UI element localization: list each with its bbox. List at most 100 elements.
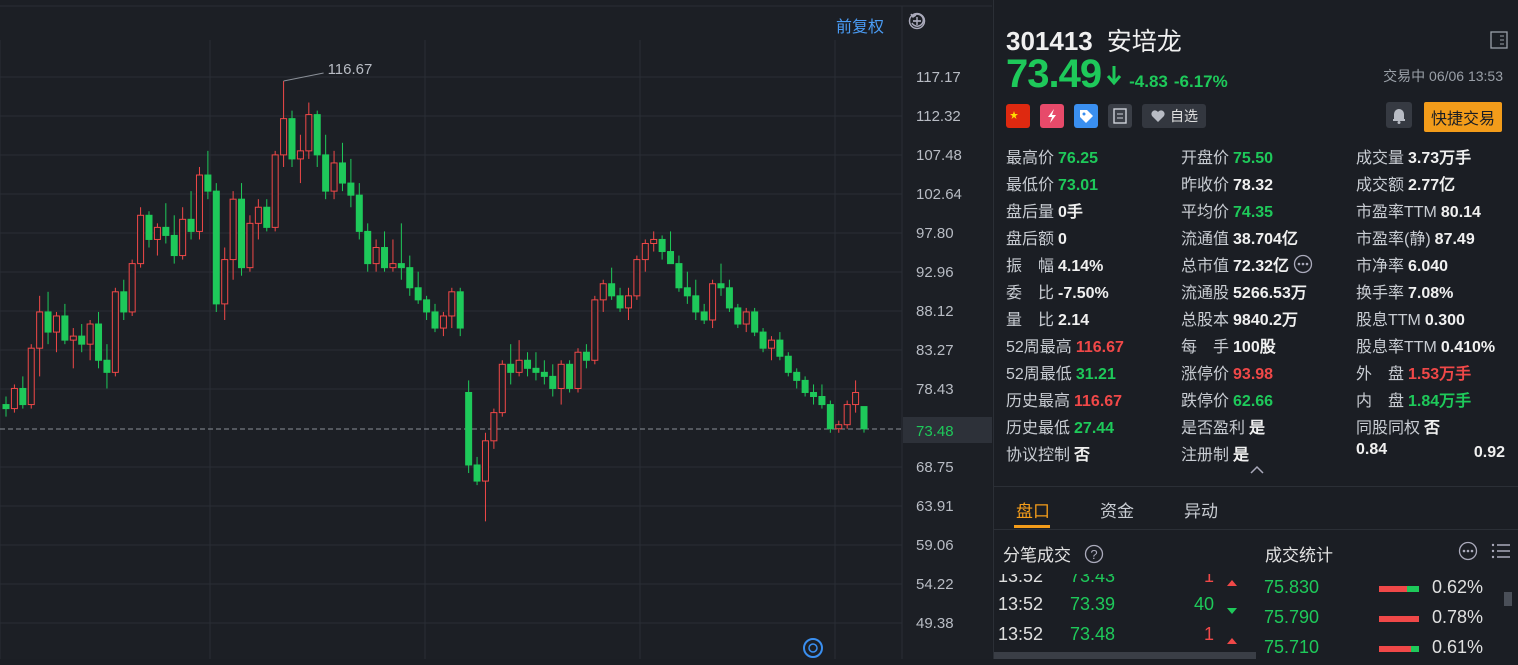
quick-trade-button[interactable]: 快捷交易 [1424, 102, 1503, 132]
volume-stat-price: 75.710 [1264, 637, 1320, 657]
volume-stat-pct: 0.62% [1432, 577, 1484, 597]
candle-down [675, 263, 683, 289]
candle-up [574, 351, 582, 389]
stat-cell: 内 盘 1.84万手 [1356, 387, 1471, 411]
stat-row: 量 比 2.14 总股本 9840.2万 股息TTM 0.300 [1006, 306, 1516, 333]
volume-bar-buy [1379, 586, 1407, 592]
candle-down [658, 238, 666, 253]
stat-label: 市盈率TTM [1356, 204, 1437, 221]
stat-label: 是否盈利 [1181, 420, 1246, 437]
list-view-icon[interactable] [1490, 541, 1512, 566]
stat-cell: 0.84 [1356, 441, 1387, 459]
y-tick-label: 59.06 [916, 537, 954, 554]
candle-down [263, 206, 271, 228]
more-icon[interactable] [1458, 541, 1478, 566]
stat-cell: 市盈率(静) 87.49 [1356, 225, 1475, 249]
zoom-out-icon[interactable] [908, 12, 954, 32]
stat-cell: 盘后额 0 [1006, 225, 1067, 249]
price-change-pct: -6.17% [1173, 72, 1228, 91]
stat-cell: 昨收价 78.32 [1181, 171, 1273, 195]
candle-down [700, 311, 708, 321]
alert-bell-icon[interactable] [1386, 102, 1412, 128]
volume-stat-row: 75.790 0.78% [1264, 607, 1514, 635]
add-watchlist-button[interactable]: 自选 [1142, 104, 1206, 128]
stat-cell: 跌停价 62.66 [1181, 387, 1273, 411]
stat-cell: 委 比 -7.50% [1006, 279, 1109, 303]
help-icon[interactable]: ? [1084, 544, 1104, 569]
candle-down [145, 214, 153, 240]
tab-pankou[interactable]: 盘口 [1016, 497, 1050, 522]
candle-down [465, 391, 473, 466]
candle-down [818, 396, 826, 406]
stat-value: 0.300 [1424, 312, 1465, 329]
candle-down [784, 355, 792, 373]
scrollbar-thumb[interactable] [1504, 592, 1512, 606]
stat-row: 盘后额 0 流通值 38.704亿 市盈率(静) 87.49 [1006, 225, 1516, 252]
candle-down [313, 114, 321, 156]
stat-value: 0手 [1058, 204, 1083, 221]
stat-label: 盘后额 [1006, 231, 1055, 248]
stat-cell: 每 手 100股 [1181, 333, 1276, 357]
heart-icon [1151, 110, 1165, 122]
stat-extra-value: 0.92 [1473, 444, 1505, 461]
chart-tools [908, 12, 980, 32]
y-tick-label: 63.91 [916, 498, 954, 515]
margin-trading-icon[interactable] [1040, 104, 1064, 128]
y-tick-label: 97.80 [916, 225, 954, 242]
tab-yidong[interactable]: 异动 [1184, 497, 1218, 522]
stat-value: 1.53万手 [1408, 366, 1472, 383]
candle-down [725, 287, 733, 309]
more-dots-icon[interactable] [1293, 254, 1313, 279]
stat-value: 否 [1424, 420, 1441, 437]
candle-down [238, 198, 246, 269]
volume-bar-sell [1411, 646, 1419, 652]
y-tick-label: 88.12 [916, 303, 954, 320]
stat-label: 股息率TTM [1356, 339, 1437, 356]
price-tag-icon[interactable] [1074, 104, 1098, 128]
candle-down [170, 234, 178, 257]
stat-value: 4.14% [1058, 258, 1104, 275]
candle-down [212, 190, 220, 305]
y-tick-label: 83.27 [916, 342, 954, 359]
candle-up [10, 387, 18, 410]
stat-cell: 涨停价 93.98 [1181, 360, 1273, 384]
stat-value: 116.67 [1074, 393, 1123, 410]
candle-down [338, 162, 346, 184]
candle-down [187, 218, 195, 232]
candle-up [330, 162, 338, 192]
stat-value: 1.84万手 [1408, 393, 1472, 410]
kline-chart[interactable]: 117.17 112.32 107.48 102.64 97.80 92.96 88.12 8… [0, 0, 992, 659]
candle-up [221, 259, 229, 305]
kline-svg[interactable]: 117.17 112.32 107.48 102.64 97.80 92.96 88.12 8… [0, 0, 992, 659]
candle-down [473, 464, 481, 482]
stat-label: 52周最高 [1006, 339, 1072, 356]
candle-down [759, 331, 767, 349]
candle-down [566, 363, 574, 389]
tab-underline [1014, 525, 1050, 528]
tab-zijin[interactable]: 资金 [1100, 497, 1134, 522]
candle-up [557, 363, 565, 389]
volume-stat-row: 75.710 0.61% [1264, 637, 1514, 665]
volume-bar-sell [1407, 586, 1419, 592]
target-icon[interactable] [803, 638, 823, 658]
current-price-tag-label: 73.48 [916, 423, 954, 440]
stat-label: 总股本 [1181, 312, 1230, 329]
notes-icon[interactable] [1108, 104, 1132, 128]
stat-value: 2.77亿 [1408, 177, 1456, 194]
zoom-in-icon[interactable] [908, 12, 980, 32]
stat-value: 73.01 [1058, 177, 1099, 194]
stat-label: 涨停价 [1181, 366, 1230, 383]
tick-row: 13:52 73.39 40 [998, 594, 1238, 622]
layout-menu-icon[interactable] [1489, 30, 1509, 55]
candle-down [801, 379, 809, 393]
candle-down [616, 295, 624, 309]
stat-cell: 流通值 38.704亿 [1181, 225, 1298, 249]
high-annotation-label: 116.67 [328, 61, 373, 78]
stat-label: 换手率 [1356, 285, 1405, 302]
y-tick-label: 49.38 [916, 615, 954, 632]
stat-cell: 总股本 9840.2万 [1181, 306, 1298, 330]
fuquan-button[interactable]: 前复权 [836, 13, 884, 37]
candle-up [296, 150, 304, 160]
stat-label: 历史最高 [1006, 393, 1071, 410]
collapse-chevron-icon[interactable] [1249, 462, 1265, 480]
